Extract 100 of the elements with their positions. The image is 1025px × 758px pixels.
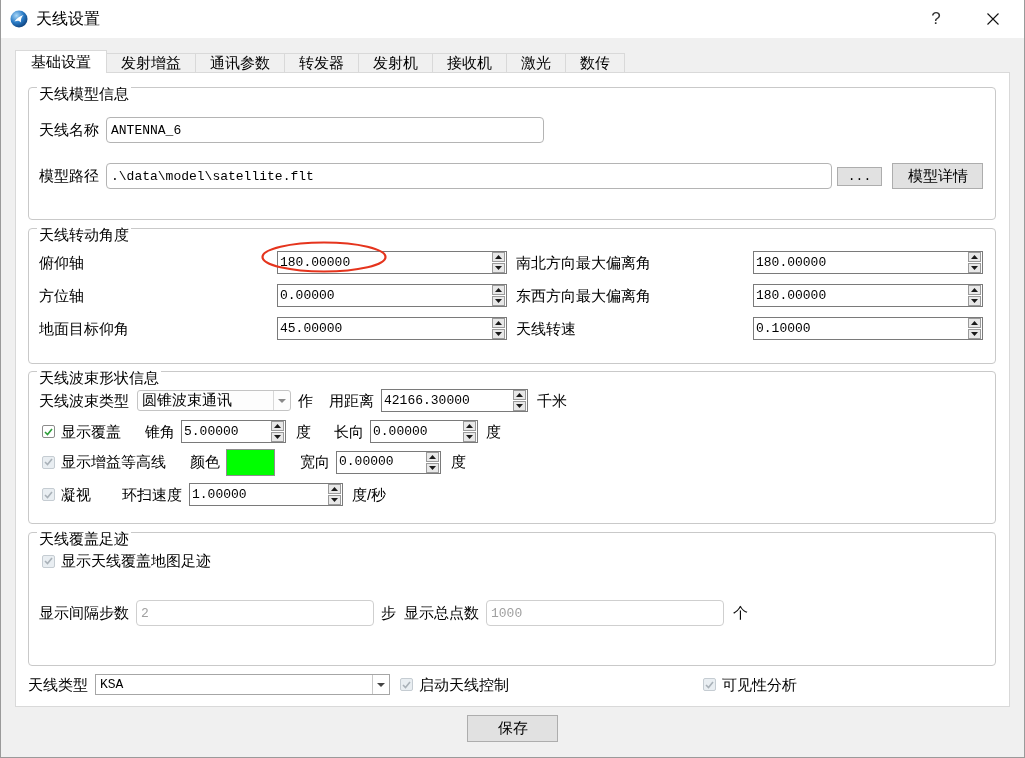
tab[interactable]: 转发器 bbox=[284, 53, 359, 73]
spin-down-button[interactable] bbox=[426, 462, 439, 473]
up-triangle-icon bbox=[466, 424, 473, 428]
save-button[interactable]: 保存 bbox=[467, 715, 558, 742]
text-field[interactable]: .\data\model\satellite.flt bbox=[106, 163, 832, 189]
spin-down-button[interactable] bbox=[492, 263, 505, 273]
unit-label: 步 bbox=[381, 603, 396, 623]
checkbox[interactable] bbox=[42, 425, 55, 438]
details-button[interactable]: 模型详情 bbox=[892, 163, 983, 189]
down-triangle-icon bbox=[274, 435, 281, 439]
field-label: 显示间隔步数 bbox=[39, 603, 129, 623]
spin-box[interactable]: 180.00000 bbox=[277, 251, 507, 274]
tab[interactable]: 发射增益 bbox=[106, 53, 196, 73]
text-field[interactable]: ANTENNA_6 bbox=[106, 117, 544, 143]
group-title: 天线覆盖足迹 bbox=[37, 531, 131, 547]
field-label: 天线波束类型 bbox=[39, 390, 129, 411]
spin-up-button[interactable] bbox=[968, 318, 981, 328]
field-label: 显示总点数 bbox=[404, 603, 479, 623]
down-triangle-icon bbox=[495, 299, 502, 303]
spin-up-button[interactable] bbox=[426, 451, 439, 462]
tab[interactable]: 通讯参数 bbox=[195, 53, 285, 73]
tab[interactable]: 发射机 bbox=[358, 53, 433, 73]
tick-icon bbox=[44, 458, 53, 466]
spin-down-button[interactable] bbox=[492, 296, 505, 306]
field-label: 天线类型 bbox=[28, 674, 88, 695]
spin-down-button[interactable] bbox=[513, 401, 526, 411]
spin-up-button[interactable] bbox=[968, 252, 981, 262]
unit-label: 度 bbox=[486, 421, 501, 442]
field-label: 环扫速度 bbox=[122, 484, 182, 505]
up-triangle-icon bbox=[495, 321, 502, 325]
spin-box[interactable]: 0.00000 bbox=[277, 284, 507, 307]
up-triangle-icon bbox=[516, 393, 523, 397]
spin-down-button[interactable] bbox=[968, 296, 981, 306]
tab[interactable]: 数传 bbox=[565, 53, 625, 73]
down-triangle-icon bbox=[516, 404, 523, 408]
spin-down-button[interactable] bbox=[328, 495, 341, 505]
field-label: 用距离 bbox=[329, 390, 374, 411]
spin-box[interactable]: 1.00000 bbox=[189, 483, 343, 506]
spin-box[interactable]: 5.00000 bbox=[181, 420, 286, 443]
field-label: 作 bbox=[298, 390, 313, 411]
field-label: 天线名称 bbox=[39, 120, 99, 140]
spin-box[interactable]: 45.00000 bbox=[277, 317, 507, 340]
spin-up-button[interactable] bbox=[328, 484, 341, 494]
up-triangle-icon bbox=[971, 255, 978, 259]
spin-box[interactable]: 0.00000 bbox=[370, 420, 478, 443]
unit-label: 千米 bbox=[537, 390, 567, 411]
field-label: 长向 bbox=[334, 421, 364, 442]
field-label: 天线转速 bbox=[516, 319, 576, 337]
unit-label: 个 bbox=[733, 603, 748, 623]
checkbox-label: 显示天线覆盖地图足迹 bbox=[61, 551, 211, 571]
spin-down-button[interactable] bbox=[968, 263, 981, 273]
tab[interactable]: 基础设置 bbox=[15, 50, 107, 73]
tab[interactable]: 激光 bbox=[506, 53, 566, 73]
down-triangle-icon bbox=[971, 299, 978, 303]
field-label: 南北方向最大偏离角 bbox=[516, 253, 651, 271]
spin-box[interactable]: 0.00000 bbox=[336, 450, 441, 474]
caret-down-icon bbox=[278, 398, 286, 403]
field-label: 方位轴 bbox=[39, 286, 84, 304]
spin-box[interactable]: 180.00000 bbox=[753, 284, 983, 307]
spin-box[interactable]: 42166.30000 bbox=[381, 389, 528, 412]
dropdown[interactable]: 圆锥波束通讯 bbox=[137, 390, 291, 411]
spin-up-button[interactable] bbox=[513, 390, 526, 400]
field-label: 宽向 bbox=[300, 452, 330, 472]
dropdown[interactable]: KSA bbox=[95, 674, 390, 695]
checkbox-label: 显示增益等高线 bbox=[61, 452, 166, 472]
spin-box[interactable]: 0.10000 bbox=[753, 317, 983, 340]
spin-down-button[interactable] bbox=[492, 329, 505, 339]
up-triangle-icon bbox=[971, 321, 978, 325]
field-label: 颜色 bbox=[190, 452, 220, 472]
checkbox-label: 启动天线控制 bbox=[419, 674, 509, 695]
close-icon bbox=[987, 13, 999, 25]
down-triangle-icon bbox=[331, 498, 338, 502]
spin-down-button[interactable] bbox=[463, 432, 476, 442]
spin-up-button[interactable] bbox=[492, 285, 505, 295]
down-triangle-icon bbox=[429, 465, 436, 470]
down-triangle-icon bbox=[495, 266, 502, 270]
up-triangle-icon bbox=[495, 288, 502, 292]
spin-up-button[interactable] bbox=[271, 421, 284, 431]
browse-button[interactable]: ... bbox=[837, 166, 882, 186]
window-title: 天线设置 bbox=[36, 9, 100, 29]
field-label: 锥角 bbox=[145, 421, 175, 442]
group-title: 天线转动角度 bbox=[37, 227, 131, 243]
tick-icon bbox=[705, 680, 714, 689]
spin-down-button[interactable] bbox=[271, 432, 284, 442]
field-label: 俯仰轴 bbox=[39, 253, 84, 271]
tick-icon bbox=[44, 490, 53, 499]
up-triangle-icon bbox=[495, 255, 502, 259]
group-title: 天线波束形状信息 bbox=[37, 370, 161, 386]
spin-box[interactable]: 180.00000 bbox=[753, 251, 983, 274]
tab[interactable]: 接收机 bbox=[432, 53, 507, 73]
spin-up-button[interactable] bbox=[492, 252, 505, 262]
help-button[interactable]: ? bbox=[913, 0, 959, 38]
down-triangle-icon bbox=[971, 332, 978, 336]
unit-label: 度/秒 bbox=[352, 484, 387, 505]
spin-up-button[interactable] bbox=[492, 318, 505, 328]
spin-up-button[interactable] bbox=[463, 421, 476, 431]
color-swatch[interactable] bbox=[226, 448, 275, 476]
spin-down-button[interactable] bbox=[968, 329, 981, 339]
spin-up-button[interactable] bbox=[968, 285, 981, 295]
up-triangle-icon bbox=[274, 424, 281, 428]
